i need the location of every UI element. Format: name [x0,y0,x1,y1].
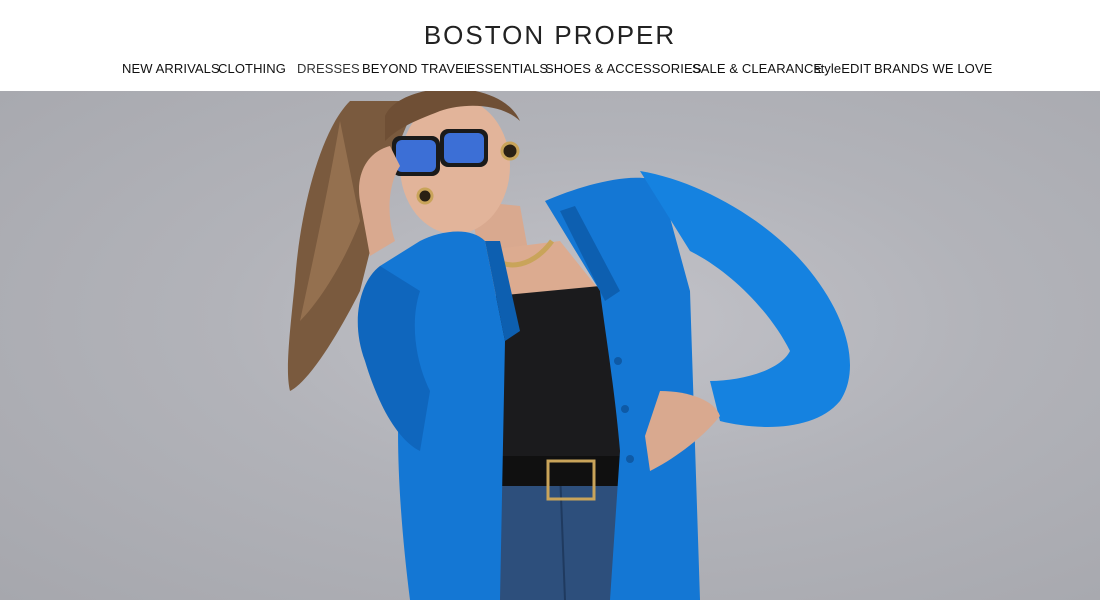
nav-item-essentials[interactable]: ESSENTIALS [467,60,548,78]
nav-item-styleedit[interactable]: styleEDIT [814,60,871,78]
nav-item-clothing[interactable]: CLOTHING [218,60,286,78]
main-nav: NEW ARRIVALS CLOTHING DRESSES BEYOND TRA… [0,60,1100,78]
nav-item-sale-clearance[interactable]: SALE & CLEARANCE [692,60,822,78]
brand-logo[interactable]: BOSTON PROPER [0,19,1100,51]
site-header: BOSTON PROPER NEW ARRIVALS CLOTHING DRES… [0,0,1100,91]
hero-banner[interactable] [0,91,1100,600]
hero-model-illustration [287,91,850,600]
nav-item-shoes-accessories[interactable]: SHOES & ACCESSORIES [545,60,702,78]
nav-item-beyond-travel[interactable]: BEYOND TRAVEL [362,60,471,78]
nav-item-dresses[interactable]: DRESSES [297,60,360,78]
nav-item-new-arrivals[interactable]: NEW ARRIVALS [122,60,220,78]
nav-item-brands-we-love[interactable]: BRANDS WE LOVE [874,60,992,78]
